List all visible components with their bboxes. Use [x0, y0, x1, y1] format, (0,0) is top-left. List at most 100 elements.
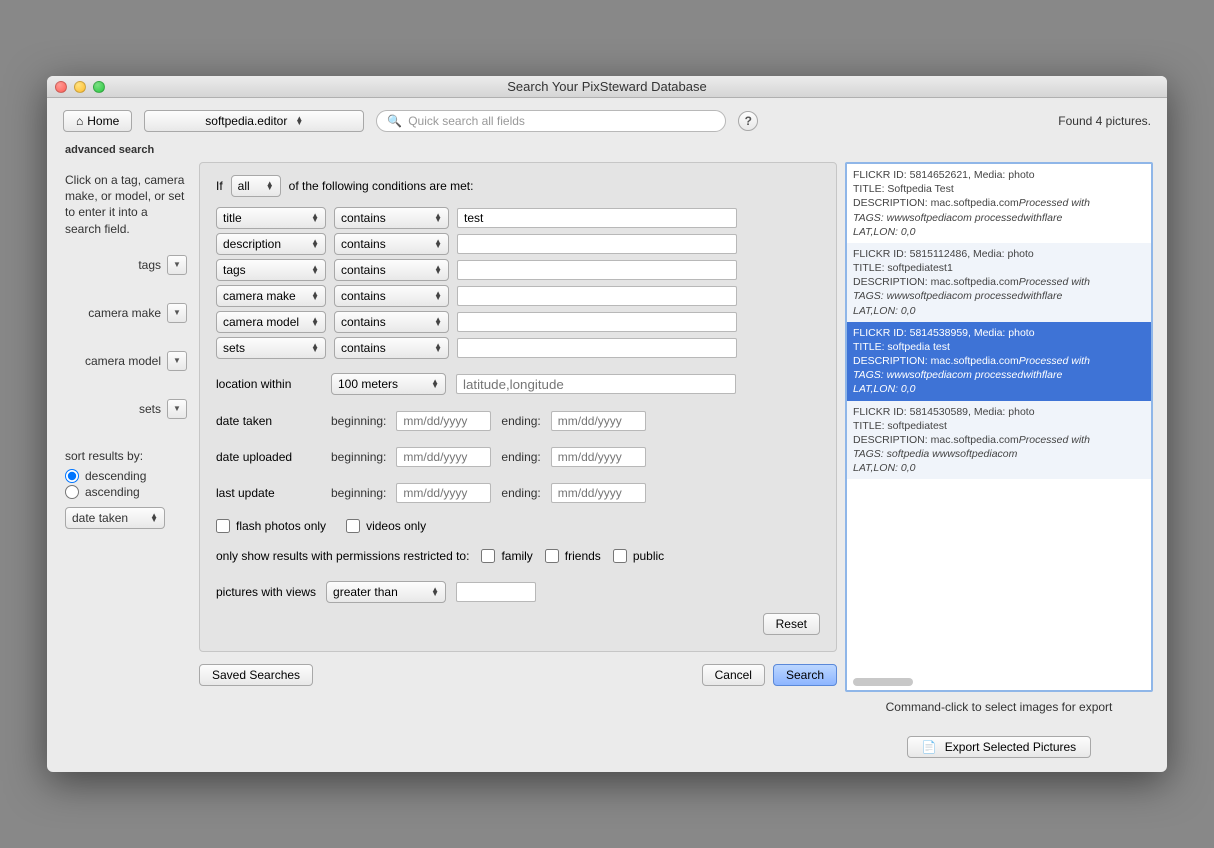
op-label: contains — [341, 211, 386, 225]
distance-select[interactable]: 100 meters ▲▼ — [331, 373, 446, 395]
date-taken-label: date taken — [216, 414, 321, 428]
field-label: camera make — [223, 289, 296, 303]
saved-searches-button[interactable]: Saved Searches — [199, 664, 313, 686]
camera-model-label: camera model — [85, 354, 161, 368]
field-label: camera model — [223, 315, 299, 329]
flash-only-label: flash photos only — [236, 519, 326, 533]
result-item[interactable]: FLICKR ID: 5814652621, Media: photo TITL… — [847, 164, 1151, 243]
field-label: sets — [223, 341, 245, 355]
date-uploaded-end-input[interactable] — [551, 447, 646, 467]
sets-label: sets — [139, 402, 161, 416]
quick-search-input[interactable]: 🔍 Quick search all fields — [376, 110, 726, 132]
chevron-updown-icon: ▲▼ — [434, 318, 442, 326]
date-uploaded-begin-input[interactable] — [396, 447, 491, 467]
camera-model-dropdown[interactable]: ▼ — [167, 351, 187, 371]
value-input[interactable] — [457, 260, 737, 280]
friends-checkbox[interactable] — [545, 549, 559, 563]
sort-field-select[interactable]: date taken ▲▼ — [65, 507, 165, 529]
camera-make-dropdown[interactable]: ▼ — [167, 303, 187, 323]
friends-label: friends — [565, 549, 601, 563]
field-select[interactable]: camera make ▲▼ — [216, 285, 326, 307]
date-uploaded-label: date uploaded — [216, 450, 321, 464]
toolbar: ⌂ Home softpedia.editor ▲▼ 🔍 Quick searc… — [47, 98, 1167, 140]
home-label: Home — [87, 114, 119, 128]
operator-select[interactable]: contains▲▼ — [334, 259, 449, 281]
chevron-updown-icon: ▲▼ — [434, 214, 442, 222]
result-item[interactable]: FLICKR ID: 5814530589, Media: photo TITL… — [847, 401, 1151, 480]
videos-only-checkbox[interactable] — [346, 519, 360, 533]
views-label: pictures with views — [216, 585, 316, 599]
views-value-input[interactable] — [456, 582, 536, 602]
value-input[interactable] — [457, 338, 737, 358]
videos-only-label: videos only — [366, 519, 426, 533]
results-hint: Command-click to select images for expor… — [845, 700, 1153, 714]
date-taken-end-input[interactable] — [551, 411, 646, 431]
match-select[interactable]: all ▲▼ — [231, 175, 281, 197]
result-item[interactable]: FLICKR ID: 5814538959, Media: photo TITL… — [847, 322, 1151, 401]
latlon-input[interactable] — [456, 374, 736, 394]
reset-button[interactable]: Reset — [763, 613, 820, 635]
field-select[interactable]: camera model ▲▼ — [216, 311, 326, 333]
chevron-updown-icon: ▲▼ — [311, 214, 319, 222]
field-select[interactable]: sets▲▼ — [216, 337, 326, 359]
saved-searches-label: Saved Searches — [212, 668, 300, 682]
result-item[interactable]: FLICKR ID: 5815112486, Media: photo TITL… — [847, 243, 1151, 322]
public-checkbox[interactable] — [613, 549, 627, 563]
scrollbar-horizontal[interactable] — [853, 678, 913, 686]
field-label: title — [223, 211, 242, 225]
views-op-select[interactable]: greater than ▲▼ — [326, 581, 446, 603]
sidebar: Click on a tag, camera make, or model, o… — [61, 162, 191, 758]
cond-text: of the following conditions are met: — [289, 179, 474, 193]
cancel-label: Cancel — [715, 668, 752, 682]
results-list[interactable]: FLICKR ID: 5814652621, Media: photo TITL… — [845, 162, 1153, 692]
cancel-button[interactable]: Cancel — [702, 664, 765, 686]
field-select[interactable]: title ▲▼ — [216, 207, 326, 229]
beginning-label: beginning: — [331, 450, 386, 464]
home-button[interactable]: ⌂ Home — [63, 110, 132, 132]
date-taken-begin-input[interactable] — [396, 411, 491, 431]
export-label: Export Selected Pictures — [945, 740, 1076, 754]
tags-dropdown[interactable]: ▼ — [167, 255, 187, 275]
sort-ascending-radio[interactable] — [65, 485, 79, 499]
help-button[interactable]: ? — [738, 111, 758, 131]
app-window: Search Your PixSteward Database ⌂ Home s… — [47, 76, 1167, 772]
export-button[interactable]: 📄 Export Selected Pictures — [907, 736, 1091, 758]
chevron-updown-icon: ▲▼ — [311, 292, 319, 300]
last-update-begin-input[interactable] — [396, 483, 491, 503]
condition-row: sets▲▼ contains▲▼ — [216, 337, 820, 359]
field-select[interactable]: description ▲▼ — [216, 233, 326, 255]
sets-dropdown[interactable]: ▼ — [167, 399, 187, 419]
condition-row: camera model ▲▼ contains▲▼ — [216, 311, 820, 333]
flash-only-checkbox[interactable] — [216, 519, 230, 533]
chevron-updown-icon: ▲▼ — [311, 318, 319, 326]
search-form-panel: If all ▲▼ of the following conditions ar… — [199, 162, 837, 652]
operator-select[interactable]: contains ▲▼ — [334, 207, 449, 229]
operator-select[interactable]: contains▲▼ — [334, 233, 449, 255]
chevron-updown-icon: ▲▼ — [311, 240, 319, 248]
value-input[interactable] — [457, 312, 737, 332]
ending-label: ending: — [501, 486, 540, 500]
chevron-updown-icon: ▲▼ — [434, 292, 442, 300]
operator-select[interactable]: contains▲▼ — [334, 311, 449, 333]
family-checkbox[interactable] — [481, 549, 495, 563]
field-label: description — [223, 237, 281, 251]
op-label: contains — [341, 237, 386, 251]
search-button[interactable]: Search — [773, 664, 837, 686]
account-select[interactable]: softpedia.editor ▲▼ — [144, 110, 364, 132]
value-input[interactable] — [457, 286, 737, 306]
family-label: family — [501, 549, 532, 563]
last-update-end-input[interactable] — [551, 483, 646, 503]
titlebar: Search Your PixSteward Database — [47, 76, 1167, 98]
chevron-updown-icon: ▲▼ — [431, 588, 439, 596]
value-input[interactable] — [457, 234, 737, 254]
op-label: contains — [341, 263, 386, 277]
operator-select[interactable]: contains▲▼ — [334, 337, 449, 359]
sidebar-hint: Click on a tag, camera make, or model, o… — [65, 172, 187, 237]
sort-descending-radio[interactable] — [65, 469, 79, 483]
perm-label: only show results with permissions restr… — [216, 549, 469, 563]
value-input[interactable] — [457, 208, 737, 228]
location-within-label: location within — [216, 377, 321, 391]
condition-row: title ▲▼ contains ▲▼ — [216, 207, 820, 229]
field-select[interactable]: tags▲▼ — [216, 259, 326, 281]
operator-select[interactable]: contains▲▼ — [334, 285, 449, 307]
